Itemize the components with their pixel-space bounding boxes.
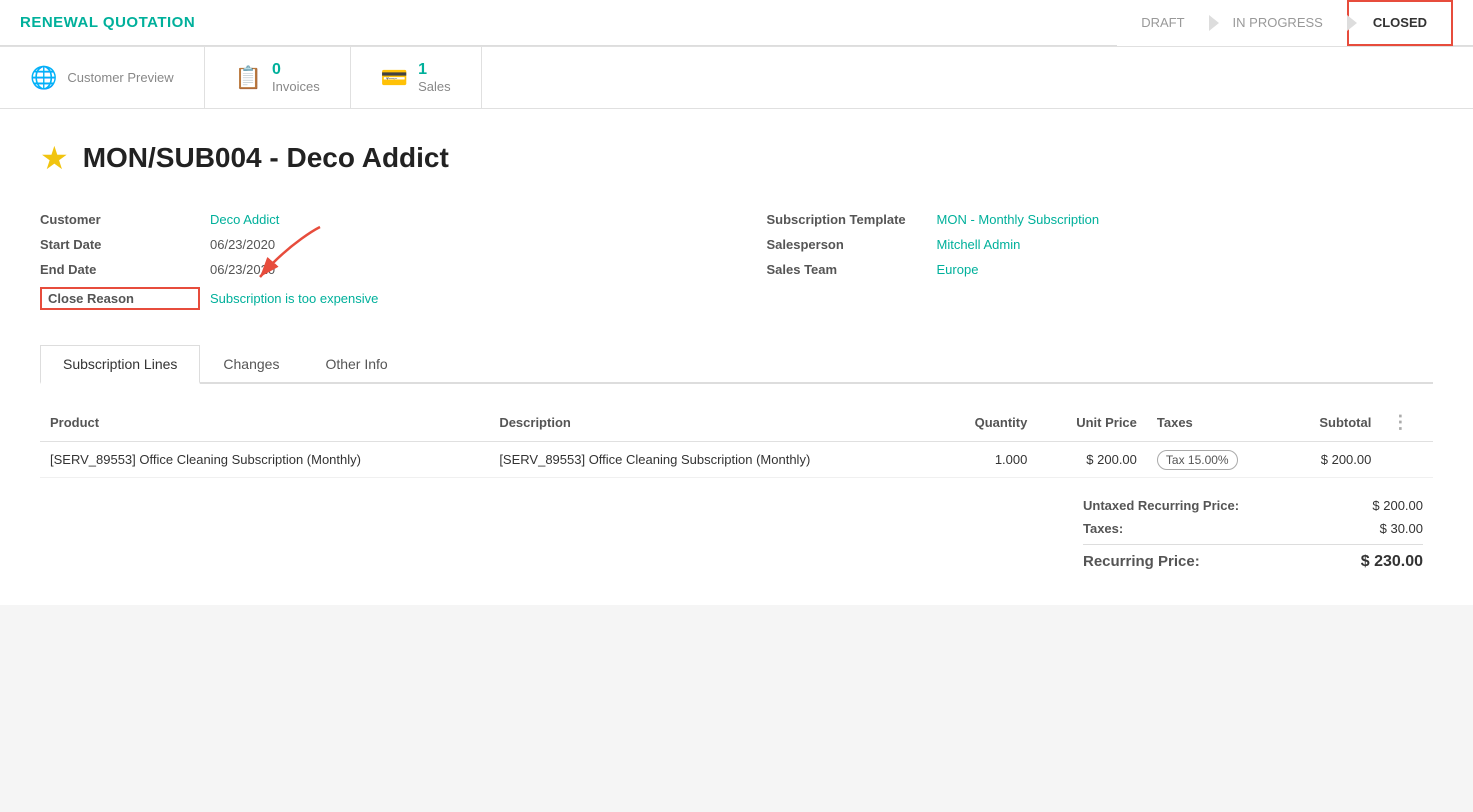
field-sales-team: Sales Team Europe [767, 257, 1434, 282]
customer-preview-button[interactable]: 🌐 Customer Preview [0, 47, 205, 108]
fields-left: Customer Deco Addict Start Date 06/23/20… [40, 207, 707, 315]
sales-team-value[interactable]: Europe [937, 262, 979, 277]
sales-team-label: Sales Team [767, 262, 927, 277]
col-unit-price: Unit Price [1037, 404, 1147, 442]
total-untaxed: Untaxed Recurring Price: $ 200.00 [1083, 494, 1423, 517]
sales-label: Sales [418, 79, 451, 94]
customer-value[interactable]: Deco Addict [210, 212, 279, 227]
tab-other-info[interactable]: Other Info [302, 345, 410, 384]
invoices-count: 0 [272, 61, 320, 79]
cell-subtotal: $ 200.00 [1284, 442, 1382, 478]
cell-row-actions [1381, 442, 1433, 478]
table-row: [SERV_89553] Office Cleaning Subscriptio… [40, 442, 1433, 478]
status-closed[interactable]: CLOSED [1347, 0, 1453, 46]
end-date-label: End Date [40, 262, 200, 277]
main-content: ★ MON/SUB004 - Deco Addict Customer Deco… [0, 109, 1473, 605]
tab-subscription-lines[interactable]: Subscription Lines [40, 345, 200, 384]
taxes-label: Taxes: [1083, 521, 1123, 536]
table-actions-icon[interactable]: ⋮ [1391, 412, 1409, 432]
recurring-value: $ 230.00 [1361, 553, 1423, 571]
col-actions: ⋮ [1381, 404, 1433, 442]
customer-label: Customer [40, 212, 200, 227]
field-end-date: End Date 06/23/2020 [40, 257, 707, 282]
end-date-value: 06/23/2020 [210, 262, 275, 277]
totals-section: Untaxed Recurring Price: $ 200.00 Taxes:… [40, 478, 1433, 585]
cell-unit-price: $ 200.00 [1037, 442, 1147, 478]
subscription-template-label: Subscription Template [767, 212, 927, 227]
invoice-icon: 📋 [235, 65, 262, 91]
status-steps: DRAFT IN PROGRESS CLOSED [1117, 0, 1453, 46]
field-start-date: Start Date 06/23/2020 [40, 232, 707, 257]
start-date-label: Start Date [40, 237, 200, 252]
field-customer: Customer Deco Addict [40, 207, 707, 232]
fields-right: Subscription Template MON - Monthly Subs… [767, 207, 1434, 315]
col-quantity: Quantity [939, 404, 1038, 442]
top-bar: RENEWAL QUOTATION DRAFT IN PROGRESS CLOS… [0, 0, 1473, 46]
salesperson-label: Salesperson [767, 237, 927, 252]
tabs-bar: Subscription Lines Changes Other Info [40, 345, 1433, 384]
subscription-template-value[interactable]: MON - Monthly Subscription [937, 212, 1100, 227]
sales-button[interactable]: 💳 1 Sales [351, 47, 482, 108]
col-description: Description [489, 404, 938, 442]
globe-icon: 🌐 [30, 65, 57, 91]
invoices-button[interactable]: 📋 0 Invoices [205, 47, 351, 108]
untaxed-label: Untaxed Recurring Price: [1083, 498, 1239, 513]
sales-count: 1 [418, 61, 451, 79]
app-title: RENEWAL QUOTATION [20, 14, 195, 31]
cell-taxes: Tax 15.00% [1147, 442, 1284, 478]
table-section: Product Description Quantity Unit Price … [40, 384, 1433, 585]
fields-section: Customer Deco Addict Start Date 06/23/20… [40, 207, 1433, 315]
customer-preview-label: Customer Preview [67, 70, 173, 85]
salesperson-value[interactable]: Mitchell Admin [937, 237, 1021, 252]
field-subscription-template: Subscription Template MON - Monthly Subs… [767, 207, 1434, 232]
untaxed-value: $ 200.00 [1372, 498, 1423, 513]
close-reason-value[interactable]: Subscription is too expensive [210, 291, 378, 306]
tab-changes[interactable]: Changes [200, 345, 302, 384]
cell-description: [SERV_89553] Office Cleaning Subscriptio… [489, 442, 938, 478]
record-title: ★ MON/SUB004 - Deco Addict [40, 139, 1433, 177]
col-subtotal: Subtotal [1284, 404, 1382, 442]
smart-buttons-bar: 🌐 Customer Preview 📋 0 Invoices 💳 1 Sale… [0, 46, 1473, 109]
col-taxes: Taxes [1147, 404, 1284, 442]
record-name: MON/SUB004 - Deco Addict [83, 142, 449, 174]
invoices-label: Invoices [272, 79, 320, 94]
tax-badge: Tax 15.00% [1157, 450, 1238, 470]
taxes-value: $ 30.00 [1380, 521, 1423, 536]
col-product: Product [40, 404, 489, 442]
cell-quantity: 1.000 [939, 442, 1038, 478]
total-taxes: Taxes: $ 30.00 [1083, 517, 1423, 540]
star-icon[interactable]: ★ [40, 139, 69, 177]
close-reason-label: Close Reason [40, 287, 200, 310]
recurring-label: Recurring Price: [1083, 553, 1200, 571]
total-recurring: Recurring Price: $ 230.00 [1083, 544, 1423, 575]
status-draft[interactable]: DRAFT [1117, 0, 1208, 46]
start-date-value: 06/23/2020 [210, 237, 275, 252]
subscription-lines-table: Product Description Quantity Unit Price … [40, 404, 1433, 478]
status-in-progress[interactable]: IN PROGRESS [1209, 0, 1347, 46]
field-close-reason: Close Reason Subscription is too expensi… [40, 282, 707, 315]
cell-product: [SERV_89553] Office Cleaning Subscriptio… [40, 442, 489, 478]
field-salesperson: Salesperson Mitchell Admin [767, 232, 1434, 257]
sales-icon: 💳 [381, 65, 408, 91]
totals-table: Untaxed Recurring Price: $ 200.00 Taxes:… [1083, 494, 1423, 575]
